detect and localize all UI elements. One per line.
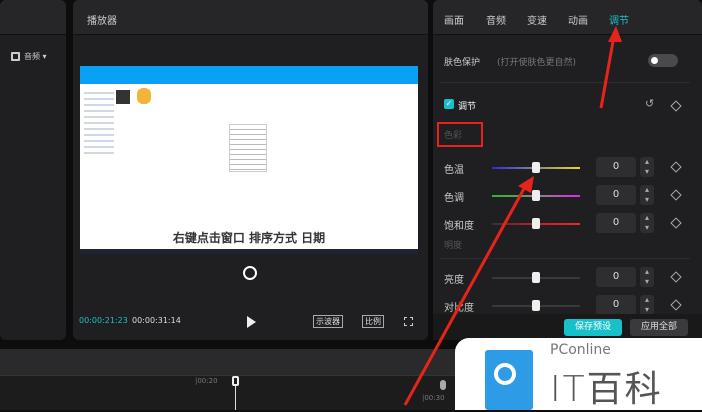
arrow-to-adjust-tab	[599, 35, 616, 109]
arrowhead	[608, 26, 622, 42]
arrow-to-slider	[403, 184, 528, 406]
arrowhead	[518, 176, 534, 193]
annotation-arrows	[403, 26, 622, 406]
